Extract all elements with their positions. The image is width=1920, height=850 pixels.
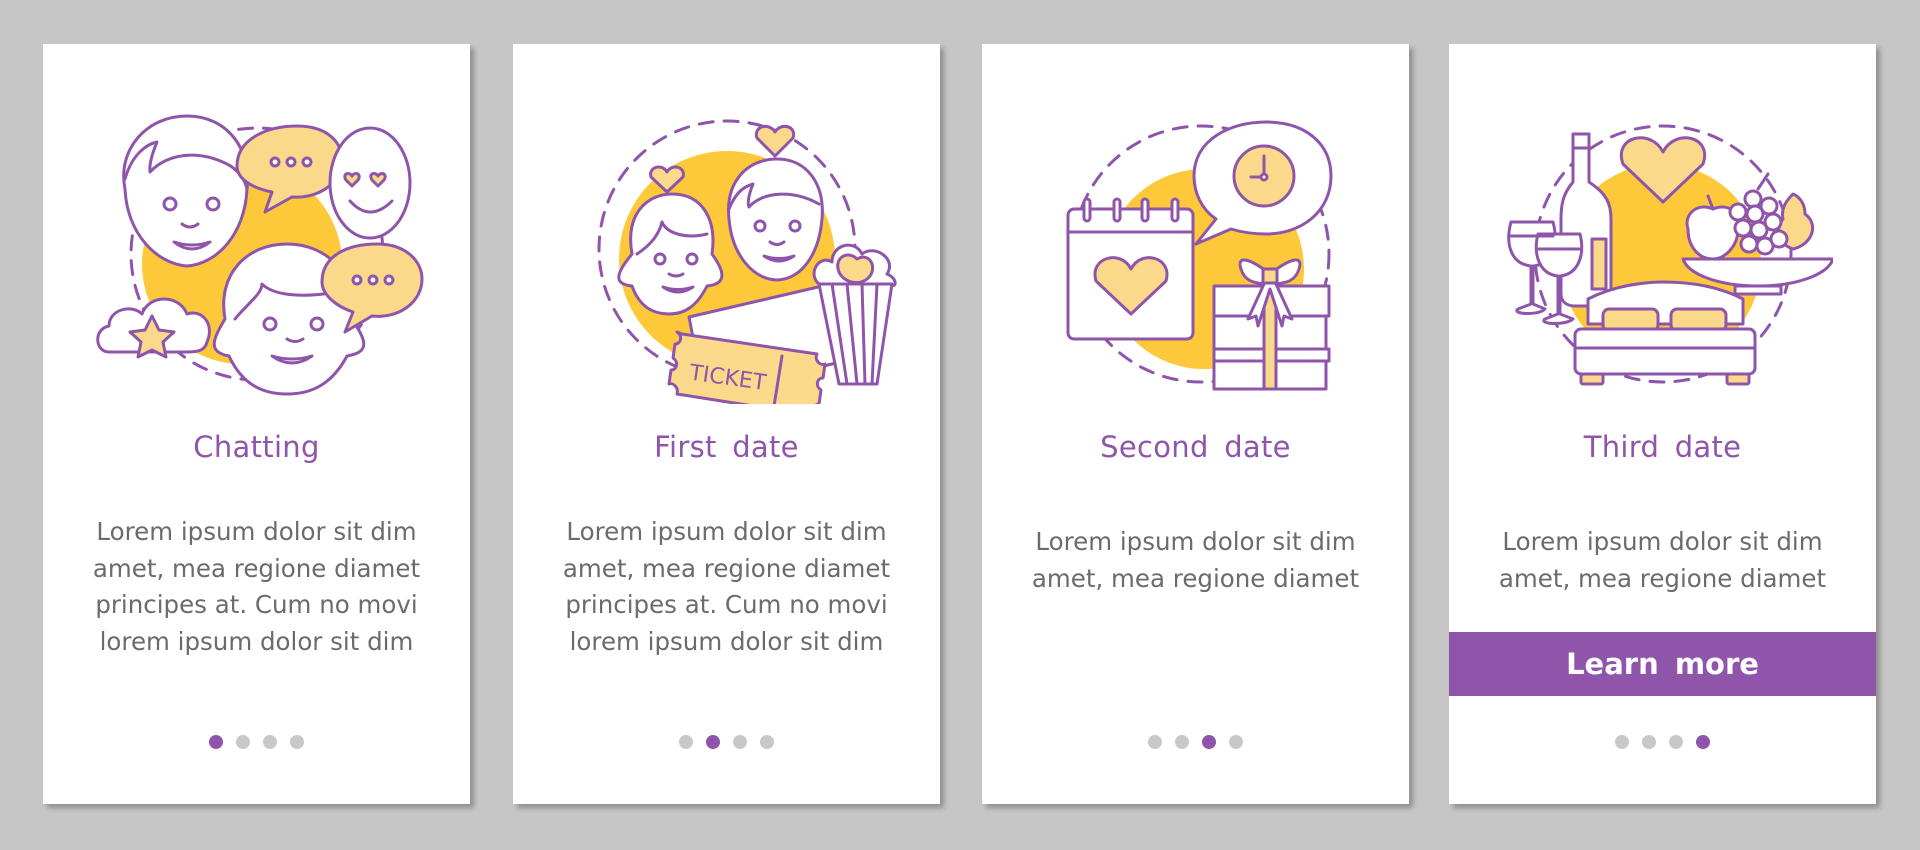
clock-bubble-icon xyxy=(1192,120,1332,246)
page-dot-2[interactable] xyxy=(236,735,250,749)
page-dot-1[interactable] xyxy=(679,735,693,749)
pagination-dots xyxy=(513,735,940,749)
screen-title: Second date xyxy=(1100,430,1291,464)
description-line: lorem ipsum dolor sit dim xyxy=(569,626,884,656)
second-date-illustration xyxy=(1026,94,1366,404)
screen-description: Lorem ipsum dolor sit dim amet, mea regi… xyxy=(982,524,1409,597)
description-line: principes at. Cum no movi xyxy=(565,590,888,619)
screen-title: First date xyxy=(654,430,799,464)
first-date-illustration: TICKET xyxy=(557,94,897,404)
page-dot-2-active[interactable] xyxy=(706,735,720,749)
onboarding-screen-first-date: TICKET First date Lorem ipsum dolor sit … xyxy=(513,44,940,804)
description-line: principes at. Cum no movi xyxy=(95,590,418,619)
description-line: amet, mea regione diamet xyxy=(562,553,891,583)
description-line: Lorem ipsum dolor sit dim xyxy=(1035,527,1356,556)
onboarding-screen-chatting: Chatting Lorem ipsum dolor sit dim amet,… xyxy=(43,44,470,804)
heart-eyes-emoji-icon xyxy=(328,126,411,240)
page-dot-2[interactable] xyxy=(1642,735,1656,749)
bed-icon xyxy=(1573,280,1756,386)
page-dot-3[interactable] xyxy=(263,735,277,749)
heart-icon xyxy=(754,124,795,158)
third-date-illustration xyxy=(1493,94,1833,404)
page-dot-3[interactable] xyxy=(1669,735,1683,749)
page-dot-1[interactable] xyxy=(1148,735,1162,749)
page-dot-1-active[interactable] xyxy=(209,735,223,749)
page-dot-3-active[interactable] xyxy=(1202,735,1216,749)
description-line: amet, mea regione diamet xyxy=(1498,563,1827,593)
screen-title: Third date xyxy=(1583,430,1742,464)
page-dot-4[interactable] xyxy=(760,735,774,749)
calendar-heart-icon xyxy=(1066,197,1194,341)
boy-face-icon xyxy=(121,114,249,268)
onboarding-screen-second-date: Second date Lorem ipsum dolor sit dim am… xyxy=(982,44,1409,804)
description-line: amet, mea regione diamet xyxy=(1031,563,1360,593)
chatting-illustration xyxy=(87,94,427,404)
description-line: Lorem ipsum dolor sit dim xyxy=(96,517,417,546)
screen-title: Chatting xyxy=(193,430,320,464)
description-line: Lorem ipsum dolor sit dim xyxy=(1502,527,1823,556)
learn-more-button[interactable]: Learn more xyxy=(1449,632,1876,696)
description-line: amet, mea regione diamet xyxy=(92,553,421,583)
onboarding-screen-third-date: Third date Lorem ipsum dolor sit dim ame… xyxy=(1449,44,1876,804)
screen-description: Lorem ipsum dolor sit dim amet, mea regi… xyxy=(43,514,470,660)
page-dot-4[interactable] xyxy=(290,735,304,749)
page-dot-2[interactable] xyxy=(1175,735,1189,749)
screen-description: Lorem ipsum dolor sit dim amet, mea regi… xyxy=(513,514,940,660)
description-line: Lorem ipsum dolor sit dim xyxy=(566,517,887,546)
pagination-dots xyxy=(43,735,470,749)
pagination-dots xyxy=(1449,735,1876,749)
pagination-dots xyxy=(982,735,1409,749)
page-dot-1[interactable] xyxy=(1615,735,1629,749)
page-dot-3[interactable] xyxy=(733,735,747,749)
boy-face-icon xyxy=(726,157,824,282)
page-dot-4[interactable] xyxy=(1229,735,1243,749)
page-dot-4-active[interactable] xyxy=(1696,735,1710,749)
description-line: lorem ipsum dolor sit dim xyxy=(99,626,414,656)
screen-description: Lorem ipsum dolor sit dim amet, mea regi… xyxy=(1449,524,1876,597)
